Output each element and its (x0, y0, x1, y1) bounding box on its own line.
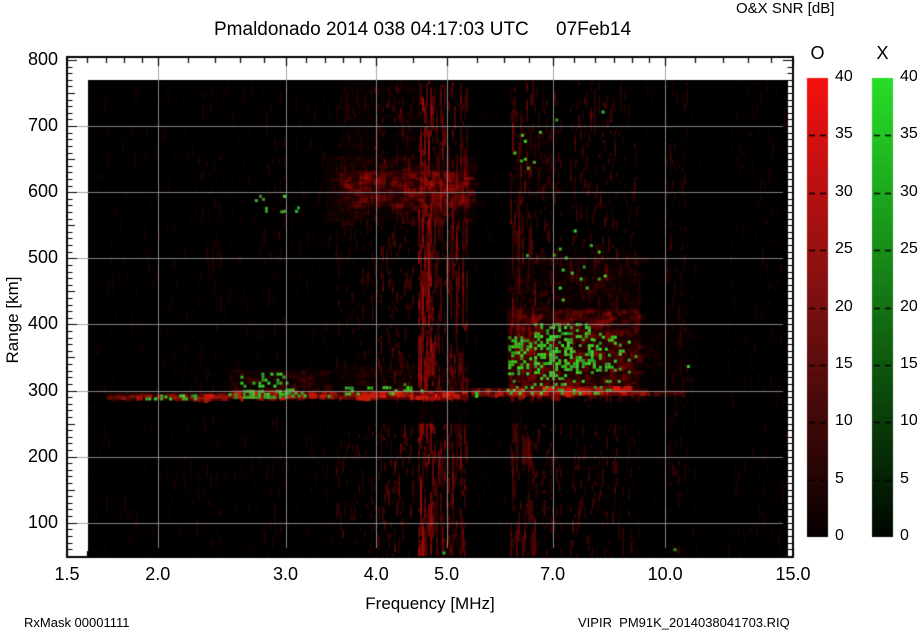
colorbar-tick-label: 10 (900, 412, 918, 430)
colorbar-tick-label: 40 (900, 68, 918, 85)
x-tick-label: 1.5 (54, 564, 80, 584)
ionogram-app: Pmaldonado 2014 038 04:17:03 UTC 07Feb14… (0, 0, 922, 636)
y-tick-label: 600 (27, 181, 58, 202)
y-tick-label: 500 (27, 247, 58, 268)
colorbar-tick-label: 20 (900, 297, 918, 315)
x-tick-label: 2.0 (145, 564, 171, 584)
y-tick-label: 400 (27, 313, 58, 334)
colorbar-tick-label: 5 (835, 469, 844, 487)
y-tick-label: 700 (27, 115, 58, 136)
colorbar-tick-label: 35 (900, 125, 918, 143)
colorbar-tick-label: 40 (835, 68, 853, 85)
y-tick-label: 200 (27, 445, 58, 466)
y-tick-label: 100 (27, 511, 58, 532)
x-tick-label: 5.0 (434, 564, 460, 584)
colorbar-tick-label: 0 (900, 527, 909, 544)
colorbar-tick-label: 20 (835, 297, 853, 315)
x-axis-label: Frequency [MHz] (365, 594, 495, 613)
colorbar-tick-label: 10 (835, 412, 853, 430)
ionogram-plot-canvas (0, 0, 922, 636)
colorbar-tick-label: 30 (835, 182, 853, 200)
data-filename-text: VIPIR PM91K_2014038041703.RIQ (578, 615, 790, 630)
rxmask-status-text: RxMask 00001111 (24, 615, 130, 630)
colorbar-mode-label: O (810, 43, 825, 63)
colorbar-mode-label: X (876, 43, 889, 63)
y-tick-label: 800 (27, 49, 58, 69)
colorbar-tick-label: 25 (835, 240, 853, 258)
x-tick-label: 7.0 (540, 564, 566, 584)
title-date: 07Feb14 (556, 19, 632, 40)
colorbar-tick-label: 5 (900, 469, 909, 487)
colorbar-tick-label: 15 (900, 354, 918, 372)
page-title: Pmaldonado 2014 038 04:17:03 UTC (214, 19, 529, 40)
colorbar-title: O&X SNR [dB] (736, 0, 835, 17)
x-tick-label: 3.0 (273, 564, 299, 584)
y-tick-label: 300 (27, 379, 58, 400)
x-tick-label: 10.0 (647, 564, 683, 584)
colorbar-tick-label: 30 (900, 182, 918, 200)
x-tick-label: 4.0 (363, 564, 389, 584)
x-tick-label: 15.0 (775, 564, 811, 584)
colorbar-tick-label: 15 (835, 354, 853, 372)
colorbar-tick-label: 0 (835, 527, 844, 544)
colorbar-tick-label: 25 (900, 240, 918, 258)
colorbar-tick-label: 35 (835, 125, 853, 143)
